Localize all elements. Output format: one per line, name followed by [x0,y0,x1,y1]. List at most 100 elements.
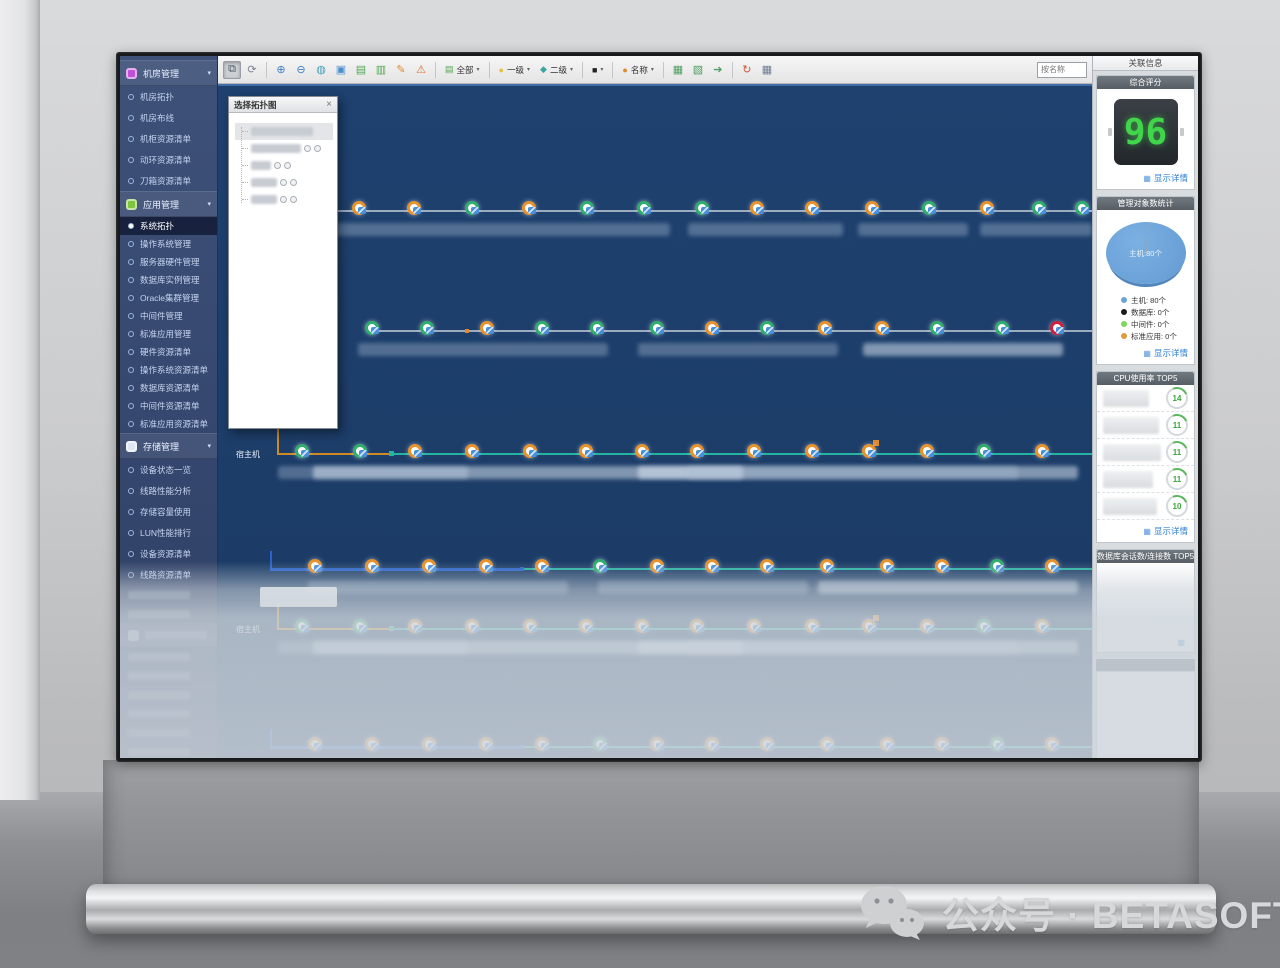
cpu-detail-link[interactable]: ▦ 显示详情 [1097,520,1194,542]
sidebar-item[interactable]: 操作系统资源清单 [120,361,217,379]
sidebar-item[interactable]: 设备资源清单 [120,543,217,564]
sidebar-section-room[interactable]: 机房管理▾ [120,60,217,86]
reload-button[interactable]: ↻ [738,61,756,79]
sidebar-item[interactable]: 线路性能分析 [120,480,217,501]
sidebar-item[interactable]: 设备状态一览 [120,459,217,480]
topology-node[interactable] [935,559,949,573]
sidebar-item[interactable]: 中间件管理 [120,307,217,325]
topology-node[interactable] [535,737,549,751]
topology-node[interactable] [650,737,664,751]
tree-action-icon[interactable] [314,145,321,152]
topology-node[interactable] [747,444,761,458]
topology-node[interactable] [523,444,537,458]
tree-action-icon[interactable] [290,179,297,186]
topology-node[interactable] [690,619,704,633]
topology-node[interactable] [805,444,819,458]
topology-canvas[interactable]: 选择拓扑图 × 宿主机宿主机 [218,84,1092,758]
topology-node[interactable] [308,559,322,573]
topology-node[interactable] [862,619,876,633]
filter-all-button[interactable]: ▤全部▾ [441,61,484,79]
topology-node[interactable] [862,444,876,458]
topology-node[interactable] [365,559,379,573]
topology-node[interactable] [920,444,934,458]
topology-node[interactable] [593,737,607,751]
topology-node[interactable] [465,444,479,458]
fit-screen-button[interactable]: ▣ [332,61,350,79]
topology-node[interactable] [465,619,479,633]
topology-node[interactable] [880,737,894,751]
export-device-button[interactable]: ▧ [689,61,707,79]
topology-node[interactable] [705,559,719,573]
topology-node[interactable] [407,201,421,215]
tree-action-icon[interactable] [280,179,287,186]
tree-action-icon[interactable] [284,162,291,169]
topology-node[interactable] [690,444,704,458]
topology-node[interactable] [422,559,436,573]
tree-action-icon[interactable] [290,196,297,203]
topology-node[interactable] [408,444,422,458]
topology-node[interactable] [420,321,434,335]
node-style-button[interactable]: ■▾ [588,61,607,79]
topology-node[interactable] [695,201,709,215]
sidebar-section-application[interactable]: 应用管理▾ [120,191,217,217]
topology-node[interactable] [579,619,593,633]
topology-node[interactable] [295,619,309,633]
sidebar-item[interactable]: 机房布线 [120,107,217,128]
topology-node[interactable] [590,321,604,335]
topology-node[interactable] [705,321,719,335]
topology-node[interactable] [479,559,493,573]
topology-node[interactable] [1035,619,1049,633]
objects-detail-link[interactable]: ▦ 显示详情 [1097,342,1194,364]
sidebar-item[interactable]: 数据库资源清单 [120,379,217,397]
sidebar-item[interactable]: 服务器硬件管理 [120,253,217,271]
topology-node[interactable] [805,619,819,633]
tree-item[interactable] [235,157,333,174]
level-1-button[interactable]: ●一级▾ [495,61,534,79]
topology-node[interactable] [880,559,894,573]
topology-node[interactable] [990,737,1004,751]
topology-node[interactable] [930,321,944,335]
label-mode-button[interactable]: ●名称▾ [618,61,657,79]
topology-node[interactable] [522,201,536,215]
sidebar-item[interactable]: 系统拓扑 [120,217,217,235]
topology-node[interactable] [1032,201,1046,215]
sidebar-item[interactable]: 数据库实例管理 [120,271,217,289]
alarm-button[interactable]: ⚠ [412,61,430,79]
topology-node[interactable] [1075,201,1089,215]
sidebar-item[interactable]: 硬件资源清单 [120,343,217,361]
tree-item[interactable] [235,174,333,191]
topology-node[interactable] [760,559,774,573]
topology-node[interactable] [535,321,549,335]
topology-node[interactable] [977,444,991,458]
topology-node[interactable] [747,619,761,633]
topology-node[interactable] [352,201,366,215]
tab-related-info[interactable]: 关联信息 [1093,56,1198,71]
topology-node[interactable] [650,321,664,335]
topology-node[interactable] [865,201,879,215]
topology-node[interactable] [705,737,719,751]
topology-node[interactable] [579,444,593,458]
topology-node[interactable] [365,321,379,335]
topology-node[interactable] [820,737,834,751]
sidebar-item[interactable]: 标准应用管理 [120,325,217,343]
topology-node[interactable] [480,321,494,335]
topology-node[interactable] [760,321,774,335]
topology-node[interactable] [637,201,651,215]
export-share-button[interactable]: ➔ [709,61,727,79]
topology-node[interactable] [818,321,832,335]
topology-node[interactable] [635,444,649,458]
layout-a-button[interactable]: ▤ [352,61,370,79]
level-2-button[interactable]: ◆二级▾ [536,61,577,79]
topology-node[interactable] [1045,737,1059,751]
topology-node[interactable] [295,444,309,458]
topology-node[interactable] [353,444,367,458]
grid-view-button[interactable]: ▦ [758,61,776,79]
tree-item[interactable] [235,140,333,157]
sidebar-item[interactable]: 机柜资源清单 [120,128,217,149]
zoom-out-button[interactable]: ⊖ [292,61,310,79]
topology-node[interactable] [365,737,379,751]
sidebar-section-storage[interactable]: 存储管理▾ [120,433,217,459]
sidebar-item[interactable]: 线路资源清单 [120,564,217,585]
topology-node[interactable] [422,737,436,751]
topology-node[interactable] [1050,321,1064,335]
